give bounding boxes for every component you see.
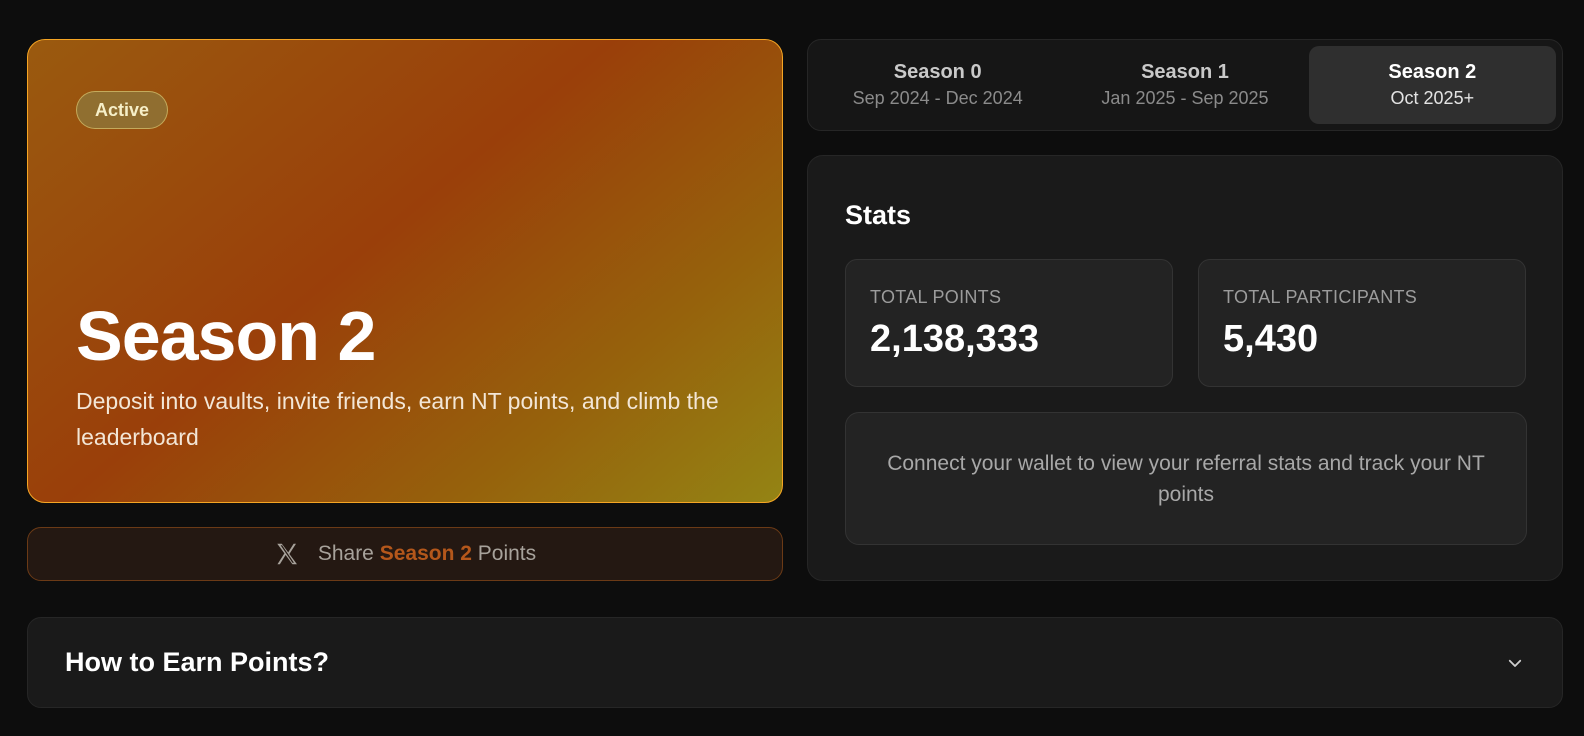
tab-season-name: Season 0	[893, 61, 982, 83]
total-points-value: 2,138,333	[870, 318, 1040, 360]
how-to-earn-accordion[interactable]: How to Earn Points?	[27, 617, 1563, 708]
stats-title: Stats	[845, 200, 912, 230]
x-logo-icon	[277, 543, 297, 565]
total-participants-value: 5,430	[1223, 318, 1319, 360]
status-badge: Active	[76, 91, 169, 129]
tab-season-2[interactable]: Season 2 Oct 2025+	[1308, 46, 1556, 124]
tab-season-name: Season 2	[1388, 61, 1477, 83]
share-suffix: Points	[477, 542, 537, 565]
total-points-card: TOTAL POINTS 2,138,333	[845, 259, 1173, 387]
tab-season-0[interactable]: Season 0 Sep 2024 - Dec 2024	[814, 46, 1061, 124]
connect-wallet-message: Connect your wallet to view your referra…	[845, 412, 1527, 545]
total-points-label: TOTAL POINTS	[870, 287, 1002, 307]
share-prefix: Share	[317, 542, 374, 565]
total-participants-label: TOTAL PARTICIPANTS	[1223, 287, 1418, 307]
tab-season-dates: Sep 2024 - Dec 2024	[852, 88, 1023, 108]
tab-season-1[interactable]: Season 1 Jan 2025 - Sep 2025	[1061, 46, 1308, 124]
tab-season-name: Season 1	[1141, 61, 1229, 83]
share-points-button[interactable]: Share Season 2 Points	[27, 527, 783, 581]
share-label: Share Season 2 Points	[318, 542, 536, 566]
season-title: Season 2	[76, 297, 376, 375]
total-participants-card: TOTAL PARTICIPANTS 5,430	[1198, 259, 1526, 387]
tab-season-dates: Jan 2025 - Sep 2025	[1101, 88, 1269, 108]
season-tabs: Season 0 Sep 2024 - Dec 2024 Season 1 Ja…	[807, 39, 1563, 131]
share-season-highlight: Season 2	[379, 542, 472, 565]
chevron-down-icon[interactable]	[1506, 654, 1524, 672]
tab-season-dates: Oct 2025+	[1390, 88, 1475, 108]
how-to-earn-title: How to Earn Points?	[65, 647, 330, 677]
stats-panel: Stats TOTAL POINTS 2,138,333 TOTAL PARTI…	[807, 155, 1563, 581]
season-hero-card: Active Season 2 Deposit into vaults, inv…	[27, 39, 783, 503]
season-description: Deposit into vaults, invite friends, ear…	[76, 388, 719, 450]
